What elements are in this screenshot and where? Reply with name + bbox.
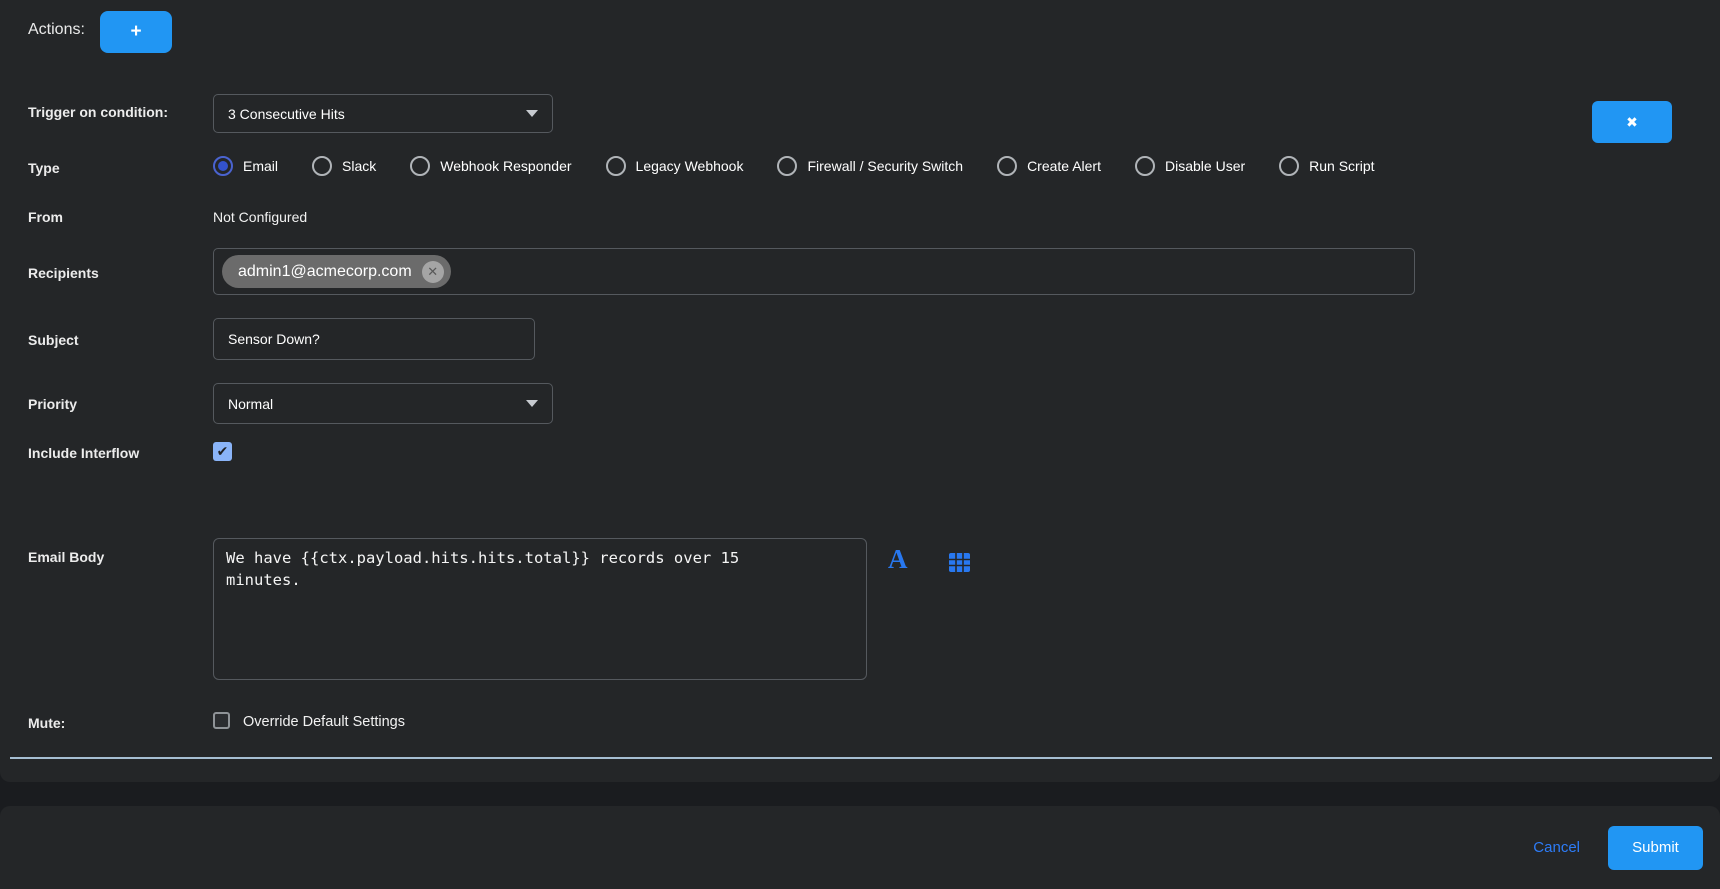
radio-icon: [606, 156, 626, 176]
radio-icon: [777, 156, 797, 176]
type-option-label: Disable User: [1165, 158, 1245, 174]
include-interflow-checkbox[interactable]: ✔: [213, 442, 232, 461]
type-label: Type: [28, 160, 60, 176]
type-option-label: Slack: [342, 158, 376, 174]
type-options: Email Slack Webhook Responder Legacy Webhoo…: [213, 156, 1375, 176]
from-label: From: [28, 209, 63, 225]
subject-input[interactable]: [213, 318, 535, 360]
actions-label: Actions:: [28, 21, 85, 39]
type-option-disable-user[interactable]: Disable User: [1135, 156, 1245, 176]
type-option-label: Email: [243, 158, 278, 174]
radio-icon: [997, 156, 1017, 176]
priority-select[interactable]: Normal: [213, 383, 553, 424]
recipients-input[interactable]: admin1@acmecorp.com ✕: [213, 248, 1415, 295]
trigger-condition-label: Trigger on condition:: [28, 104, 168, 120]
type-option-firewall-security-switch[interactable]: Firewall / Security Switch: [777, 156, 963, 176]
type-option-email[interactable]: Email: [213, 156, 278, 176]
radio-icon: [1135, 156, 1155, 176]
action-form-card: Actions: + Trigger on condition: 3 Conse…: [0, 0, 1720, 782]
close-icon: ✖: [1626, 114, 1638, 130]
remove-recipient-icon[interactable]: ✕: [422, 261, 444, 283]
trigger-condition-value: 3 Consecutive Hits: [228, 106, 526, 122]
type-option-label: Webhook Responder: [440, 158, 571, 174]
type-option-create-alert[interactable]: Create Alert: [997, 156, 1101, 176]
type-option-webhook-responder[interactable]: Webhook Responder: [410, 156, 571, 176]
type-option-label: Create Alert: [1027, 158, 1101, 174]
footer-bar: Cancel Submit: [0, 806, 1720, 889]
priority-value: Normal: [228, 396, 526, 412]
divider: [10, 757, 1712, 759]
insert-table-icon[interactable]: [949, 553, 970, 577]
email-body-label: Email Body: [28, 549, 104, 565]
mute-override-checkbox[interactable]: [213, 712, 230, 729]
remove-action-button[interactable]: ✖: [1592, 101, 1672, 143]
plus-icon: +: [130, 21, 141, 42]
font-format-icon[interactable]: A: [888, 546, 908, 573]
chevron-down-icon: [526, 400, 538, 407]
radio-icon: [312, 156, 332, 176]
radio-icon: [410, 156, 430, 176]
check-icon: ✔: [217, 443, 229, 460]
recipient-chip-text: admin1@acmecorp.com: [238, 263, 412, 281]
subject-label: Subject: [28, 332, 79, 348]
type-option-slack[interactable]: Slack: [312, 156, 376, 176]
radio-icon: [1279, 156, 1299, 176]
radio-selected-icon: [213, 156, 233, 176]
type-option-label: Firewall / Security Switch: [807, 158, 963, 174]
recipients-label: Recipients: [28, 265, 99, 281]
chevron-down-icon: [526, 110, 538, 117]
add-action-button[interactable]: +: [100, 11, 172, 53]
type-option-run-script[interactable]: Run Script: [1279, 156, 1374, 176]
email-body-textarea[interactable]: We have {{ctx.payload.hits.hits.total}} …: [213, 538, 867, 680]
type-option-label: Run Script: [1309, 158, 1374, 174]
mute-label: Mute:: [28, 715, 65, 731]
cancel-button[interactable]: Cancel: [1533, 839, 1580, 856]
submit-button[interactable]: Submit: [1608, 826, 1703, 870]
page: Actions: + Trigger on condition: 3 Conse…: [0, 0, 1720, 889]
priority-label: Priority: [28, 396, 77, 412]
from-value: Not Configured: [213, 209, 307, 225]
recipient-chip: admin1@acmecorp.com ✕: [222, 255, 451, 288]
trigger-condition-select[interactable]: 3 Consecutive Hits: [213, 94, 553, 133]
type-option-legacy-webhook[interactable]: Legacy Webhook: [606, 156, 744, 176]
type-option-label: Legacy Webhook: [636, 158, 744, 174]
mute-override-label: Override Default Settings: [243, 714, 405, 730]
include-interflow-label: Include Interflow: [28, 445, 139, 461]
